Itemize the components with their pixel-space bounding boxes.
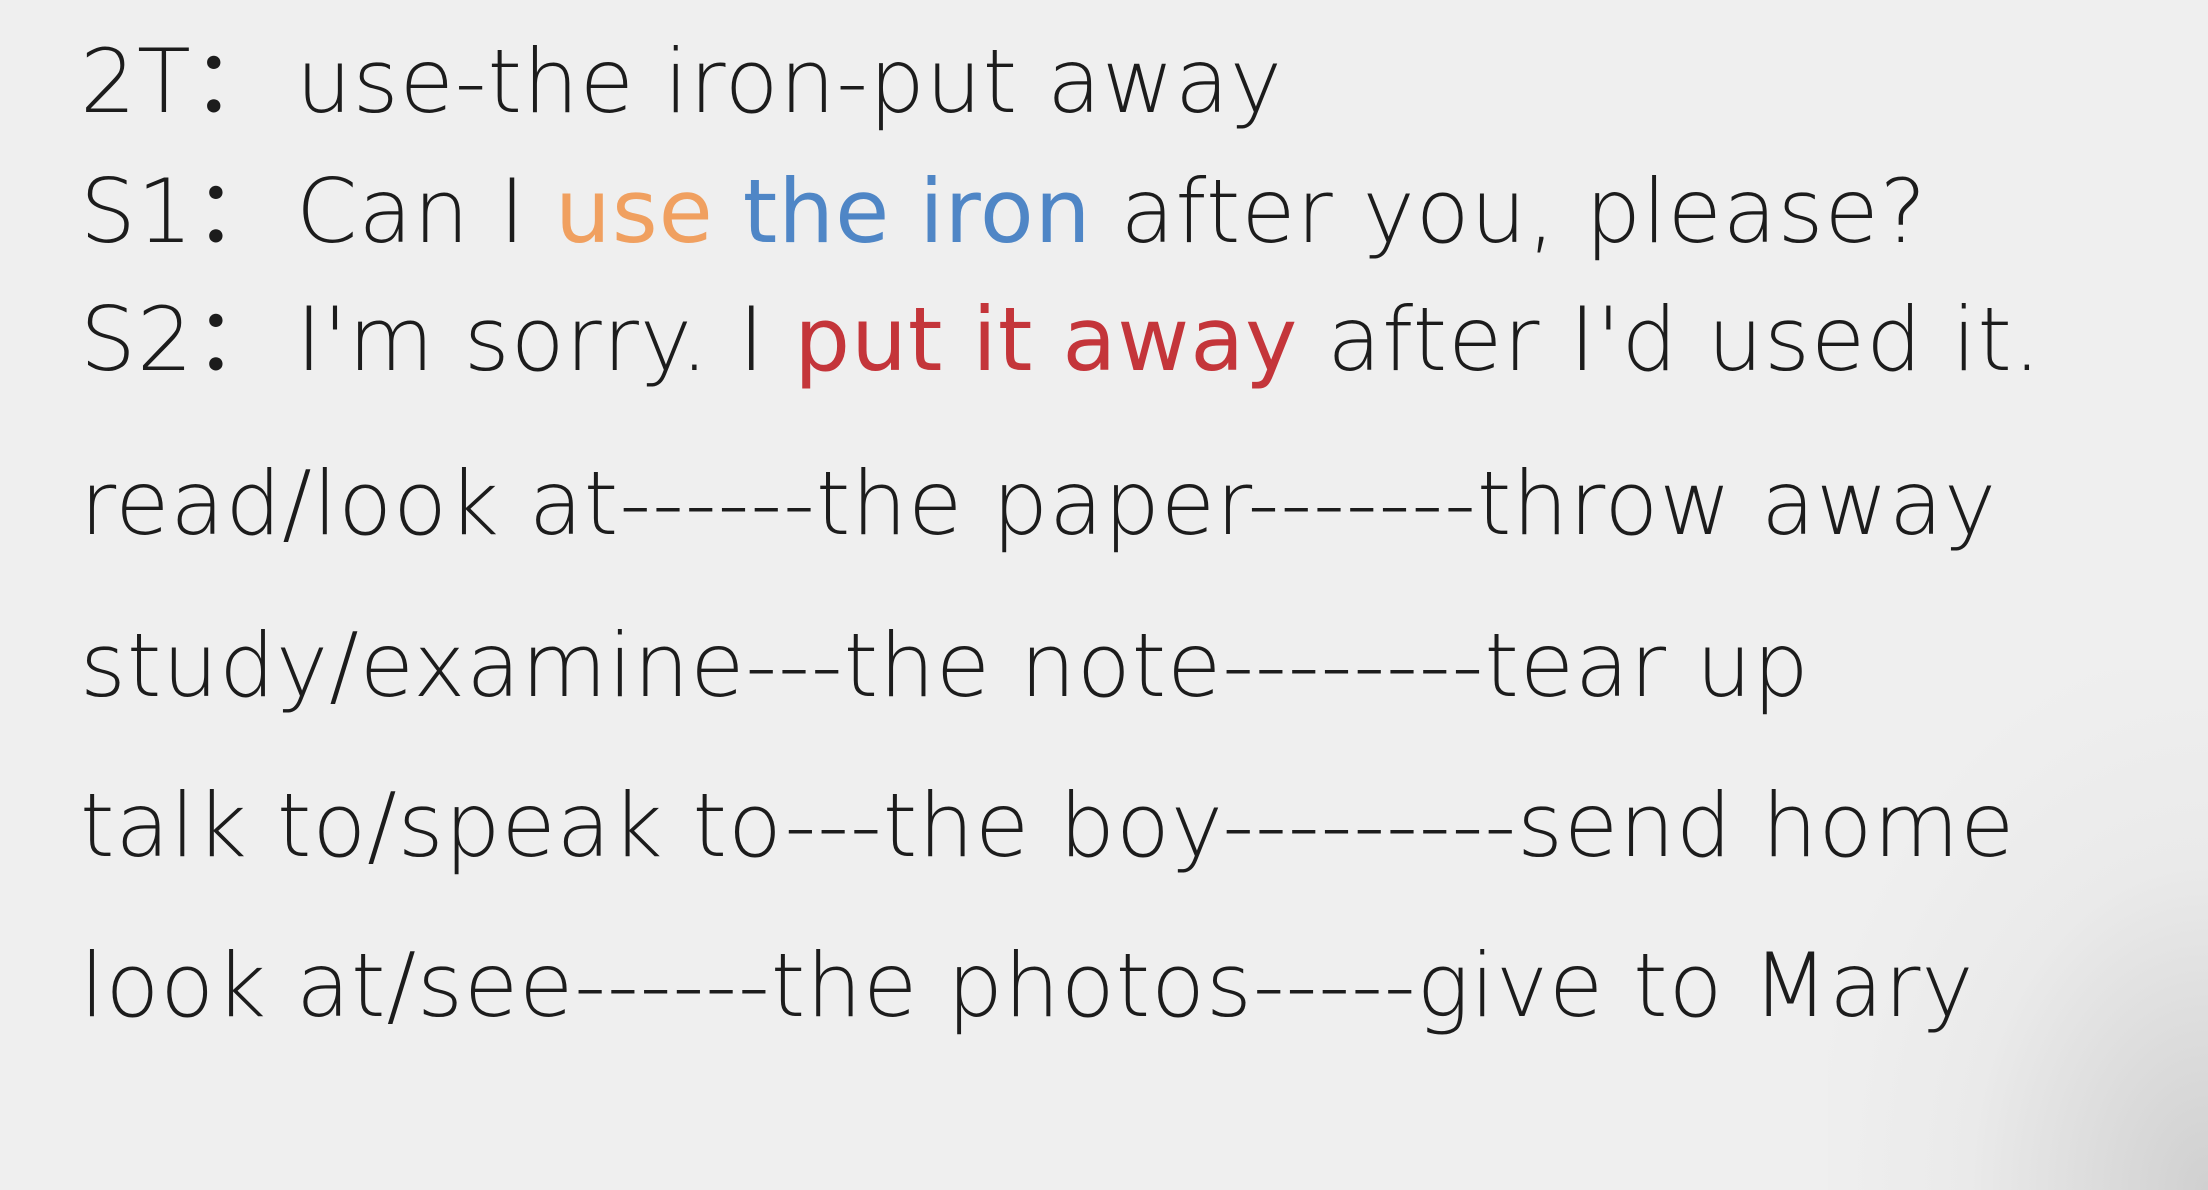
dialogue-line-s2: S2： I'm sorry. I put it away after I'd us… [80,290,2042,390]
dialogue-text-after: after I'd used it. [1298,288,2042,391]
speaker-label: 2T： [80,30,281,133]
practice-line: study/examine---the note--------tear up [80,614,1810,717]
practice-line: look at/see------the photos-----give to … [80,934,1975,1037]
dialogue-text-after: after you, please? [1091,160,1928,263]
corner-shadow [1828,670,2208,1190]
dialogue-text: use-the iron-put away [296,30,1283,133]
highlight-space [714,160,743,263]
speaker-label: S2： [80,288,283,391]
practice-line: talk to/speak to---the boy---------send … [80,774,2016,877]
highlight-put-it-away: put it away [794,288,1299,391]
dialogue-text-before: I'm sorry. I [296,288,795,391]
dialogue-line-2t: 2T： use-the iron-put away [80,32,1283,132]
dialogue-line-s1: S1： Can I use the iron after you, please? [80,162,1927,262]
highlight-the-iron: the iron [742,160,1092,263]
highlight-use: use [555,160,714,263]
dialogue-text-before: Can I [296,160,556,263]
practice-line: read/look at------the paper-------throw … [80,452,1998,555]
speaker-label: S1： [80,160,283,263]
